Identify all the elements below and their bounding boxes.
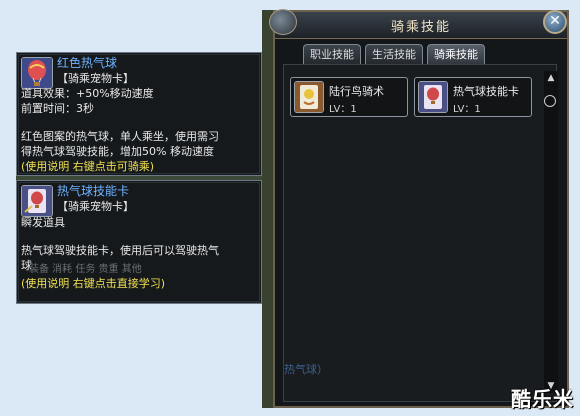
- item-tooltip-balloon-skill-card: 热气球技能卡 【骑乘宠物卡】 瞬发道具 热气球驾驶技能卡，使用后可以驾驶热气 球…: [16, 180, 262, 304]
- close-icon: ✕: [549, 13, 561, 29]
- site-watermark: 酷乐米: [511, 387, 574, 411]
- background-inventory-tabs: 装备 消耗 任务 贵重 其他: [29, 264, 142, 275]
- skill-list: 陆行鸟骑术 LV：1 热气球技能卡 LV：1 热气球） ▲ ▼: [283, 64, 558, 402]
- skill-name: 热气球技能卡: [453, 85, 519, 98]
- skill-slot-balloon[interactable]: 热气球技能卡 LV：1: [414, 77, 532, 117]
- tab-mount-skills[interactable]: 骑乘技能: [427, 44, 485, 64]
- scroll-up-button[interactable]: ▲: [545, 73, 557, 83]
- tab-life-skills[interactable]: 生活技能: [365, 44, 423, 64]
- close-button[interactable]: ✕: [543, 10, 567, 34]
- balloon-skill-icon: [418, 81, 448, 113]
- item-name: 热气球技能卡: [57, 184, 130, 198]
- usage-hint: (使用说明 右键点击直接学习): [21, 277, 166, 290]
- balloon-skill-card-icon: [21, 185, 53, 217]
- skill-name: 陆行鸟骑术: [329, 85, 384, 98]
- background-chat-text: 热气球）: [284, 363, 328, 376]
- chocobo-skill-icon: [294, 81, 324, 113]
- item-tooltip-red-balloon: 红色热气球 【骑乘宠物卡】 道具效果：+50%移动速度 前置时间：3秒 红色图案…: [16, 52, 262, 176]
- red-balloon-icon: [21, 57, 53, 89]
- item-name: 红色热气球: [57, 56, 118, 70]
- item-effect: 道具效果：+50%移动速度: [21, 87, 154, 100]
- item-category: 【骑乘宠物卡】: [57, 200, 134, 213]
- skill-level: LV：1: [329, 104, 357, 115]
- skill-level: LV：1: [453, 104, 481, 115]
- skill-slot-chocobo-riding[interactable]: 陆行鸟骑术 LV：1: [290, 77, 408, 117]
- mount-skill-window: 骑乘技能 ✕ 职业技能 生活技能 骑乘技能 陆行鸟骑术 LV：1 热气球技能卡 …: [269, 9, 569, 408]
- item-category: 【骑乘宠物卡】: [57, 72, 134, 85]
- tab-job-skills[interactable]: 职业技能: [303, 44, 361, 64]
- scroll-thumb[interactable]: [544, 95, 556, 107]
- usage-hint: (使用说明 右键点击可骑乘): [21, 160, 155, 173]
- item-description-line2: 得热气球驾驶技能，增加50% 移动速度: [21, 145, 214, 158]
- vertical-scrollbar[interactable]: ▲ ▼: [544, 71, 558, 393]
- item-description-line1: 红色图案的热气球，单人乘坐，使用需习: [21, 130, 219, 143]
- item-type: 瞬发道具: [21, 216, 65, 229]
- item-description-line1: 热气球驾驶技能卡，使用后可以驾驶热气: [21, 244, 219, 257]
- item-cast-time: 前置时间：3秒: [21, 102, 94, 115]
- window-titlebar[interactable]: 骑乘技能 ✕: [269, 9, 567, 39]
- arrow-up-icon: ▲: [547, 73, 555, 83]
- window-title: 骑乘技能: [390, 20, 451, 35]
